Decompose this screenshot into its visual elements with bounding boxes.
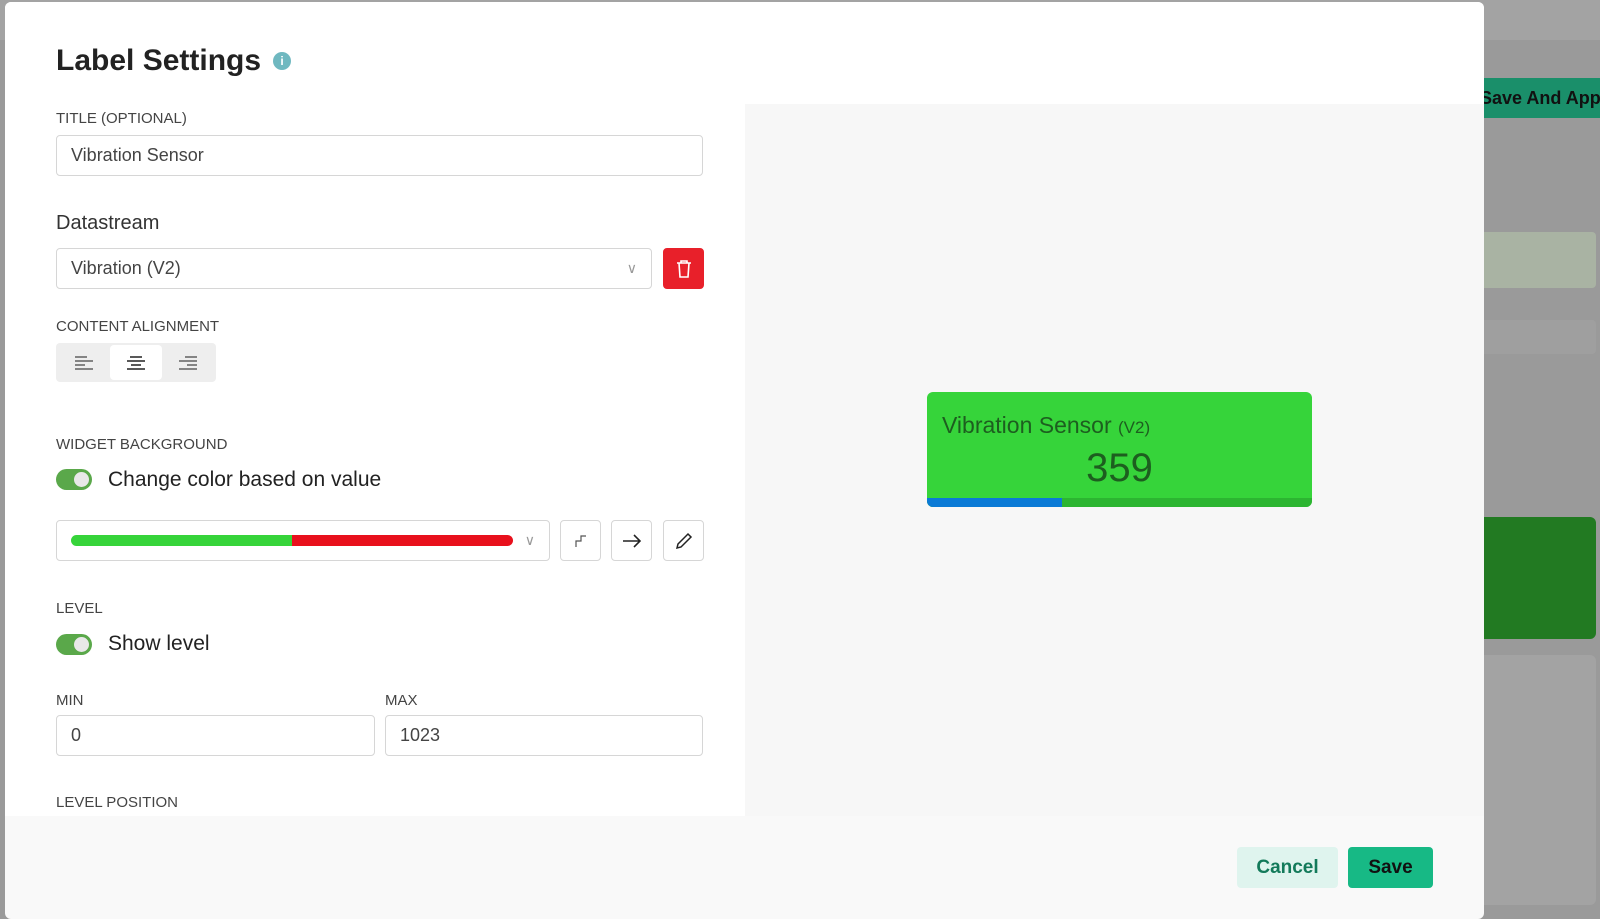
- color-gradient-bar: [71, 535, 513, 546]
- color-by-value-toggle[interactable]: [56, 469, 92, 490]
- preview-value: 359: [1086, 446, 1153, 490]
- pencil-icon: [675, 532, 692, 549]
- preview-level-track: [927, 498, 1312, 507]
- gradient-red-segment: [292, 535, 513, 546]
- alignment-label: CONTENT ALIGNMENT: [56, 318, 220, 335]
- background-chart-widget: [1470, 655, 1596, 905]
- cancel-button[interactable]: Cancel: [1237, 847, 1338, 888]
- color-by-value-label: Change color based on value: [108, 468, 382, 491]
- save-and-apply-button: Save And Apply: [1470, 78, 1600, 118]
- dialog-title: Label Settings i: [56, 44, 292, 78]
- label-widget-preview: Vibration Sensor (V2) 359: [927, 392, 1312, 507]
- show-level-toggle[interactable]: [56, 634, 92, 655]
- align-center-icon: [127, 355, 145, 370]
- background-toolbar: [1470, 320, 1596, 354]
- save-button[interactable]: Save: [1348, 847, 1433, 888]
- widget-background-label: WIDGET BACKGROUND: [56, 436, 228, 453]
- level-position-label: LEVEL POSITION: [56, 794, 178, 811]
- preview-title: Vibration Sensor (V2): [942, 412, 1150, 439]
- background-map-widget: [1470, 232, 1596, 288]
- step-icon: [574, 534, 586, 547]
- align-center-button[interactable]: [110, 345, 162, 380]
- max-input[interactable]: 1023: [385, 715, 703, 756]
- align-right-button[interactable]: [162, 345, 214, 380]
- gradient-mode-button[interactable]: [611, 520, 652, 561]
- preview-level-fill: [927, 498, 1062, 507]
- preview-title-text: Vibration Sensor: [942, 412, 1112, 438]
- alignment-segmented-control: [56, 343, 216, 382]
- datastream-select[interactable]: Vibration (V2) ∨: [56, 248, 652, 289]
- trash-icon: [676, 259, 691, 278]
- min-input[interactable]: 0: [56, 715, 375, 756]
- gradient-green-segment: [71, 535, 292, 546]
- align-right-icon: [179, 355, 197, 370]
- delete-datastream-button[interactable]: [663, 248, 704, 289]
- datastream-label: Datastream: [56, 212, 160, 234]
- step-mode-button[interactable]: [560, 520, 601, 561]
- background-label-widget: [1470, 517, 1596, 639]
- dialog-header-strip: [745, 2, 1484, 104]
- chevron-down-icon: ∨: [524, 532, 535, 548]
- arrow-right-icon: [622, 533, 641, 548]
- align-left-button[interactable]: [58, 345, 110, 380]
- level-label: LEVEL: [56, 600, 103, 617]
- chevron-down-icon: ∨: [626, 260, 637, 276]
- min-label: MIN: [56, 692, 84, 709]
- color-gradient-select[interactable]: ∨: [56, 520, 550, 561]
- title-input[interactable]: Vibration Sensor: [56, 135, 703, 176]
- align-left-icon: [75, 355, 93, 370]
- label-settings-dialog: Label Settings i TITLE (OPTIONAL) Vibrat…: [5, 2, 1484, 919]
- preview-pin: (V2): [1118, 418, 1151, 437]
- dialog-title-text: Label Settings: [56, 44, 262, 77]
- title-field-label: TITLE (OPTIONAL): [56, 110, 187, 127]
- info-icon[interactable]: i: [273, 52, 292, 70]
- max-label: MAX: [385, 692, 418, 709]
- show-level-label: Show level: [108, 632, 210, 655]
- edit-colors-button[interactable]: [663, 520, 704, 561]
- datastream-value: Vibration (V2): [71, 258, 181, 278]
